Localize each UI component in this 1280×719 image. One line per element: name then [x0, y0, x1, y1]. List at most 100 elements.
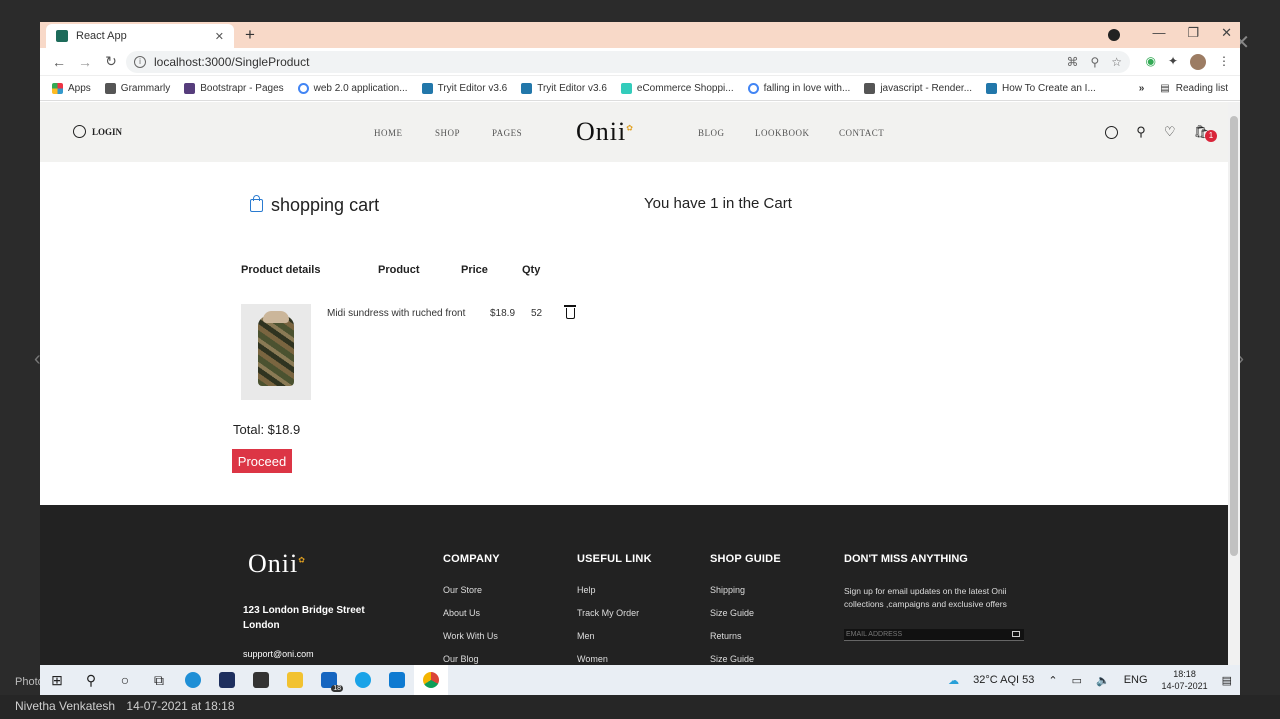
nav-home[interactable]: HOME [374, 128, 403, 138]
footer-link[interactable]: Shipping [710, 585, 781, 595]
powershell-icon[interactable] [210, 665, 244, 695]
cortana-icon[interactable]: ○ [108, 665, 142, 695]
search-icon[interactable]: ⚲ [1136, 124, 1146, 140]
footer-link[interactable]: Help [577, 585, 652, 595]
bookmark-item[interactable]: How To Create an I... [986, 82, 1096, 94]
bookmark-item[interactable]: Grammarly [104, 82, 170, 94]
globe-icon [104, 82, 116, 94]
notification-icon[interactable]: ▤ [1222, 674, 1232, 687]
store-icon[interactable] [244, 665, 278, 695]
footer-link[interactable]: Women [577, 654, 652, 664]
reading-list-icon: ▤ [1160, 82, 1170, 94]
profile-icon[interactable] [1108, 29, 1120, 41]
tab-close-icon[interactable]: ✕ [215, 30, 224, 43]
footer-link[interactable]: Work With Us [443, 631, 500, 641]
mail-icon[interactable]: 18 [312, 665, 346, 695]
cart-total: Total: $18.9 [233, 422, 301, 437]
extension-icons: ◉ ✦ ⋮ [1145, 54, 1230, 70]
bookmark-item[interactable]: Bootstrapr - Pages [184, 82, 284, 94]
footer-link[interactable]: Returns [710, 631, 781, 641]
footer-link[interactable]: Our Store [443, 585, 500, 595]
browser-tab[interactable]: React App ✕ [46, 24, 234, 48]
page-scrollbar[interactable] [1228, 102, 1240, 667]
more-bookmarks-icon[interactable]: » [1139, 83, 1145, 94]
proceed-button[interactable]: Proceed [232, 449, 292, 473]
site-logo[interactable]: Onii✿ [576, 117, 634, 147]
bookmark-item[interactable]: web 2.0 application... [297, 82, 408, 94]
chrome-icon[interactable] [414, 665, 448, 695]
col-qty: Qty [522, 264, 541, 276]
bookmark-item[interactable]: javascript - Render... [864, 82, 972, 94]
footer-link[interactable]: Size Guide [710, 654, 781, 664]
envelope-icon[interactable] [1012, 631, 1020, 637]
language-indicator[interactable]: ENG [1124, 674, 1148, 686]
start-windows-icon[interactable]: ⊞ [40, 665, 74, 695]
menu-dots-icon[interactable]: ⋮ [1218, 54, 1230, 70]
volume-icon[interactable]: 🔈 [1096, 674, 1110, 687]
battery-icon[interactable]: ▭ [1072, 674, 1082, 687]
account-icon[interactable] [1105, 125, 1119, 139]
reload-icon[interactable]: ↻ [98, 53, 124, 70]
login-link[interactable]: LOGIN [73, 125, 122, 138]
trash-icon[interactable] [564, 305, 576, 319]
close-window-icon[interactable]: ✕ [1221, 25, 1232, 41]
vscode-icon[interactable] [380, 665, 414, 695]
bookmark-item[interactable]: Tryit Editor v3.6 [421, 82, 507, 94]
maximize-icon[interactable]: ❐ [1187, 25, 1199, 41]
app-icon[interactable] [346, 665, 380, 695]
footer-email[interactable]: support@oni.com [243, 649, 314, 659]
tab-bar: React App ✕ + — ❐ ✕ [40, 22, 1240, 48]
newsletter-email-input[interactable]: EMAIL ADDRESS [844, 629, 1024, 641]
reading-list[interactable]: » ▤ Reading list [1139, 83, 1228, 94]
product-image[interactable] [241, 304, 311, 400]
new-tab-icon[interactable]: + [245, 25, 255, 45]
avatar[interactable] [1190, 54, 1206, 70]
col-product-details: Product details [241, 264, 321, 276]
zoom-icon[interactable]: ⚲ [1090, 55, 1099, 69]
translate-icon[interactable]: ⌘ [1066, 55, 1078, 69]
site-footer: Onii✿ 123 London Bridge Street London su… [40, 505, 1228, 667]
footer-link[interactable]: About Us [443, 608, 500, 618]
clock[interactable]: 18:18 14-07-2021 [1162, 668, 1208, 692]
cart-count-badge: 1 [1205, 130, 1217, 142]
footer-link[interactable]: Our Blog [443, 654, 500, 664]
weather-text[interactable]: 32°C AQI 53 [973, 674, 1034, 686]
footer-link[interactable]: Track My Order [577, 608, 652, 618]
system-tray: ☁ 32°C AQI 53 ⌃ ▭ 🔈 ENG 18:18 14-07-2021… [948, 665, 1232, 695]
edge-icon[interactable] [176, 665, 210, 695]
google-icon [747, 82, 759, 94]
footer-link[interactable]: Size Guide [710, 608, 781, 618]
footer-col-useful: USEFUL LINK Help Track My Order Men Wome… [577, 553, 652, 664]
shopping-bag-icon [250, 195, 263, 212]
bookmark-star-icon[interactable]: ☆ [1111, 55, 1122, 69]
nav-shop[interactable]: SHOP [435, 128, 460, 138]
bookmark-item[interactable]: falling in love with... [747, 82, 850, 94]
bookmark-item[interactable]: eCommerce Shoppi... [620, 82, 734, 94]
heart-icon[interactable]: ♡ [1164, 124, 1176, 140]
footer-link[interactable]: Men [577, 631, 652, 641]
bookmark-item[interactable]: Apps [52, 82, 91, 94]
back-icon[interactable]: ← [46, 54, 72, 70]
nav-contact[interactable]: CONTACT [839, 128, 884, 138]
task-view-icon[interactable]: ⧉ [142, 665, 176, 695]
extension-icon[interactable]: ◉ [1145, 54, 1155, 70]
nav-blog[interactable]: BLOG [698, 128, 725, 138]
footer-col-shop-guide: SHOP GUIDE Shipping Size Guide Returns S… [710, 553, 781, 664]
puzzle-icon[interactable]: ✦ [1168, 54, 1178, 70]
footer-logo[interactable]: Onii✿ [248, 549, 306, 579]
chevron-up-icon[interactable]: ⌃ [1048, 674, 1057, 687]
nav-pages[interactable]: PAGES [492, 128, 522, 138]
cart-icon[interactable]: 🛍 1 [1193, 124, 1217, 142]
weather-icon[interactable]: ☁ [948, 674, 959, 687]
file-explorer-icon[interactable] [278, 665, 312, 695]
url-field[interactable]: i localhost:3000/SingleProduct ⌘ ⚲ ☆ [126, 51, 1130, 73]
newsletter-text: Sign up for email updates on the latest … [844, 586, 1007, 609]
item-price: $18.9 [490, 308, 516, 319]
minimize-icon[interactable]: — [1152, 25, 1165, 41]
bookmark-item[interactable]: Tryit Editor v3.6 [521, 82, 607, 94]
url-text: localhost:3000/SingleProduct [154, 55, 310, 69]
forward-icon[interactable]: → [72, 54, 98, 70]
search-icon[interactable]: ⚲ [74, 665, 108, 695]
site-info-icon[interactable]: i [134, 56, 146, 68]
nav-lookbook[interactable]: LOOKBOOK [755, 128, 810, 138]
